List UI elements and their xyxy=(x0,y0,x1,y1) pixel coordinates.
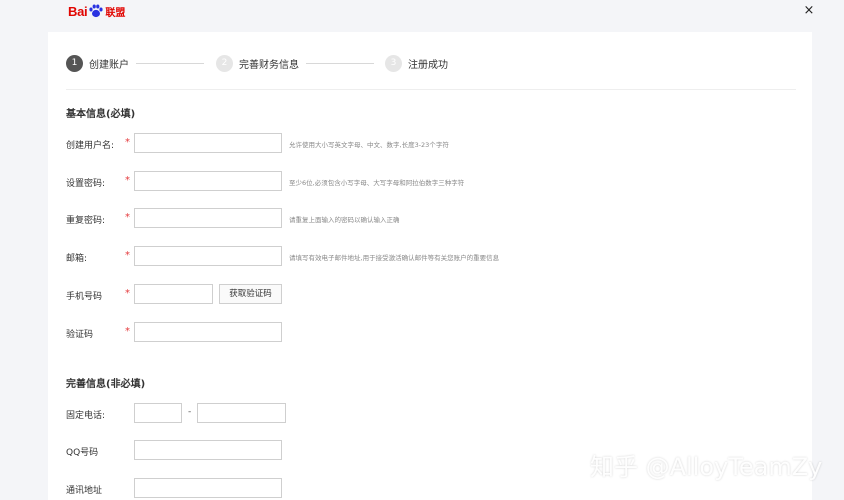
step-progress: 1 创建账户 2 完善财务信息 3 注册成功 xyxy=(66,54,806,74)
username-input[interactable] xyxy=(134,133,282,153)
get-code-button[interactable]: 获取验证码 xyxy=(219,284,282,304)
repeat-password-label: 重复密码: xyxy=(66,216,106,226)
email-input[interactable] xyxy=(134,246,282,266)
required-mark: * xyxy=(125,326,130,337)
landline-label: 固定电话: xyxy=(66,411,106,421)
password-hint: 至少6位,必须包含小写字母、大写字母和阿拉伯数字三种字符 xyxy=(289,179,465,187)
repeat-password-input[interactable] xyxy=(134,208,282,228)
top-bar: Bai 联盟 × xyxy=(0,0,844,28)
basic-info-title: 基本信息(必填) xyxy=(66,109,136,120)
verification-code-input[interactable] xyxy=(134,322,282,342)
email-label: 邮箱: xyxy=(66,254,88,264)
qq-label: QQ号码 xyxy=(66,448,99,458)
repeat-password-hint: 请重复上面输入的密码以确认输入正确 xyxy=(289,216,400,224)
step-connector xyxy=(306,63,374,64)
address-input[interactable] xyxy=(134,478,282,498)
address-label: 通讯地址 xyxy=(66,486,103,496)
step-label: 完善财务信息 xyxy=(239,59,299,71)
qq-input[interactable] xyxy=(134,440,282,460)
logo-suffix: 联盟 xyxy=(105,7,126,19)
divider xyxy=(66,89,796,90)
step-label: 创建账户 xyxy=(89,59,129,71)
required-mark: * xyxy=(125,288,130,299)
mobile-input[interactable] xyxy=(134,284,213,304)
step-label: 注册成功 xyxy=(408,59,448,71)
password-label: 设置密码: xyxy=(66,179,106,189)
phone-separator: - xyxy=(188,407,192,417)
close-icon[interactable]: × xyxy=(803,4,815,17)
landline-number-input[interactable] xyxy=(197,403,286,423)
password-input[interactable] xyxy=(134,171,282,191)
optional-info-title: 完善信息(非必填) xyxy=(66,379,146,390)
baidu-union-logo[interactable]: Bai 联盟 xyxy=(68,2,125,20)
required-mark: * xyxy=(125,137,130,148)
registration-card: 1 创建账户 2 完善财务信息 3 注册成功 基本信息(必填) 创建用户名: *… xyxy=(48,32,812,500)
email-hint: 请填写有效电子邮件地址,用于接受激活确认邮件等有关您账户的重要信息 xyxy=(289,254,500,262)
mobile-label: 手机号码 xyxy=(66,292,103,302)
required-mark: * xyxy=(125,250,130,261)
step-registration-success: 3 注册成功 xyxy=(385,54,448,72)
required-mark: * xyxy=(125,212,130,223)
watermark: 知乎 @AlloyTeamZy xyxy=(590,453,823,481)
paw-icon xyxy=(89,4,103,18)
step-number: 2 xyxy=(216,54,233,72)
step-create-account: 1 创建账户 xyxy=(66,54,129,72)
step-number: 3 xyxy=(385,54,402,72)
username-label: 创建用户名: xyxy=(66,141,115,151)
logo-text: Bai xyxy=(68,3,88,19)
step-financial-info: 2 完善财务信息 xyxy=(216,54,299,72)
step-connector xyxy=(136,63,204,64)
username-hint: 允许使用大小写英文字母、中文、数字,长度3-23个字符 xyxy=(289,141,449,149)
step-number: 1 xyxy=(66,54,83,72)
required-mark: * xyxy=(125,175,130,186)
area-code-input[interactable] xyxy=(134,403,182,423)
verification-code-label: 验证码 xyxy=(66,330,94,340)
